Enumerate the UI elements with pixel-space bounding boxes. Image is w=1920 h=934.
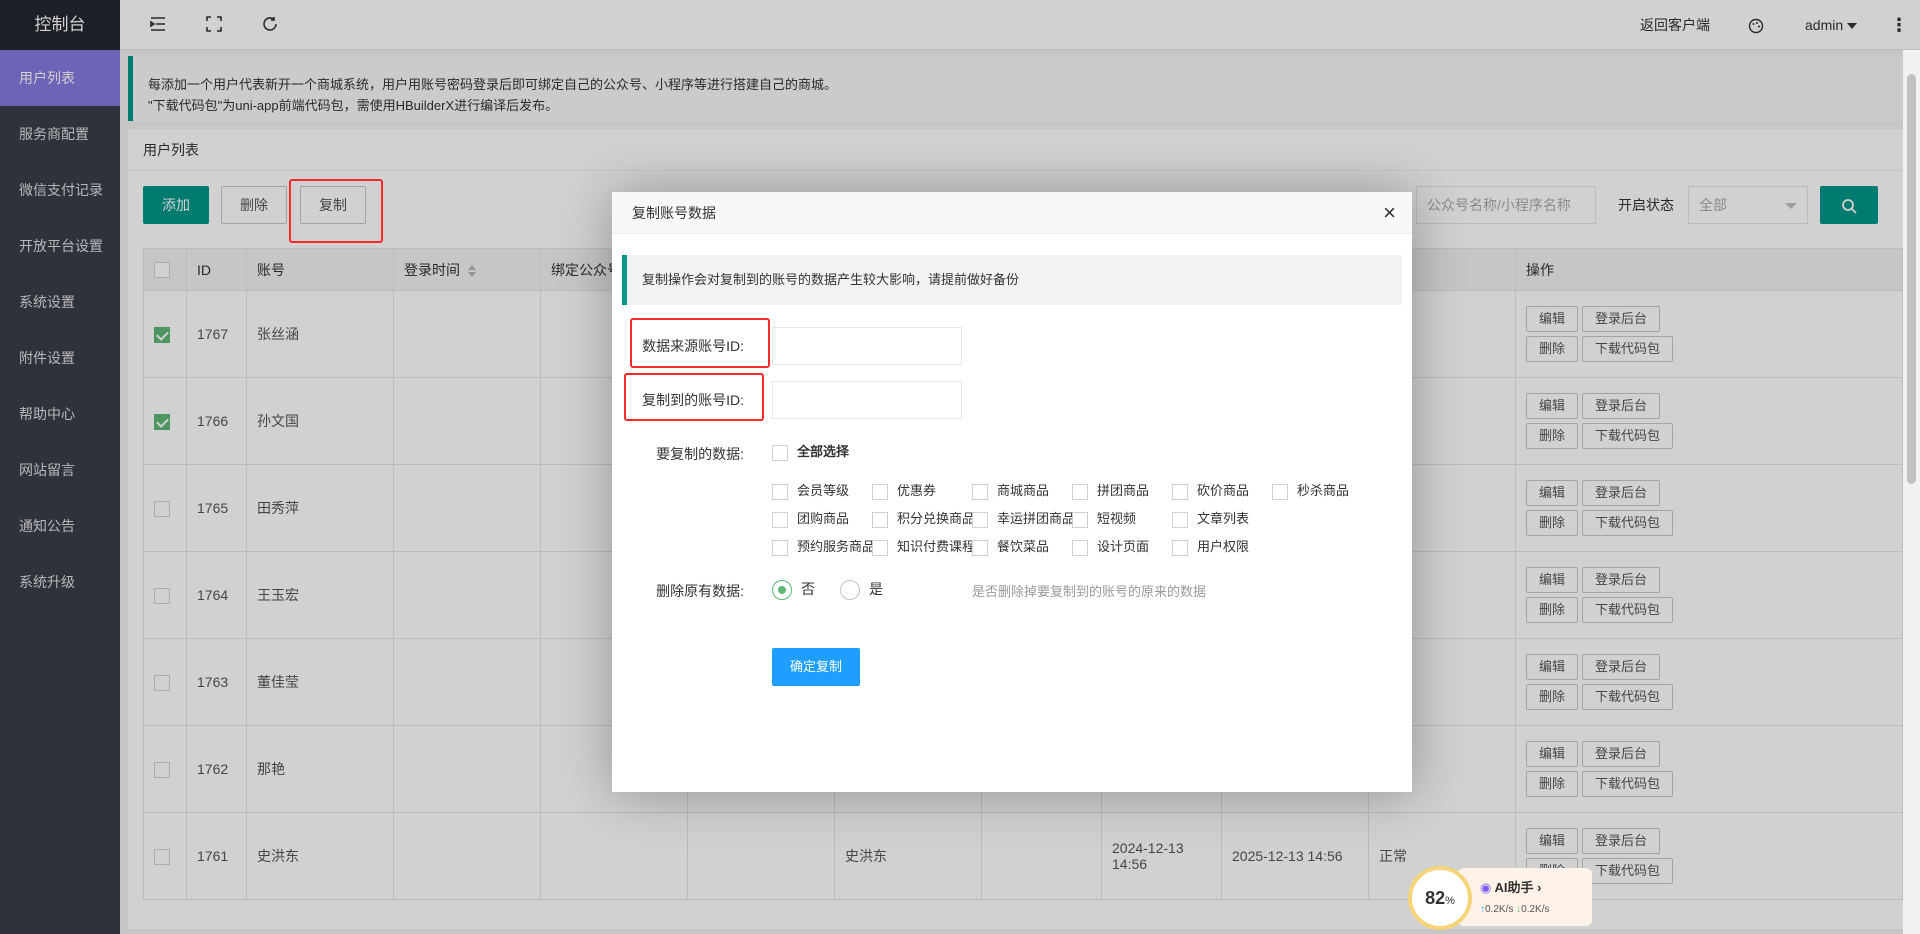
checkbox-icon (972, 539, 988, 556)
checkbox-icon (1172, 483, 1188, 500)
copy-option-checkbox[interactable]: 幸运拼团商品 (972, 510, 1075, 528)
vertical-scrollbar[interactable] (1903, 50, 1920, 934)
upload-speed: 0.2K/s (1485, 904, 1514, 915)
target-id-input[interactable] (772, 381, 962, 419)
checkbox-icon (772, 511, 788, 528)
download-speed: 0.2K/s (1521, 904, 1550, 915)
ai-panel[interactable]: ◉ AI助手 › ↑0.2K/s ↓0.2K/s (1458, 868, 1592, 926)
select-all-option[interactable]: 全部选择 (772, 443, 849, 461)
copy-option-checkbox[interactable]: 砍价商品 (1172, 482, 1249, 500)
copy-option-checkbox[interactable]: 秒杀商品 (1272, 482, 1349, 500)
chevron-right-icon: › (1537, 880, 1542, 895)
copy-option-checkbox[interactable]: 短视频 (1072, 510, 1136, 528)
checkbox-icon (1072, 511, 1088, 528)
checkbox-icon (872, 511, 888, 528)
copy-button-highlight (289, 179, 383, 243)
copy-option-checkbox[interactable]: 用户权限 (1172, 538, 1249, 556)
modal-title: 复制账号数据 (612, 192, 1412, 234)
checkbox-icon (972, 511, 988, 528)
radio-yes[interactable]: 是 (840, 579, 883, 601)
copy-option-checkbox[interactable]: 积分兑换商品 (872, 510, 975, 528)
copy-option-checkbox[interactable]: 文章列表 (1172, 510, 1249, 528)
checkbox-icon (772, 539, 788, 556)
memory-gauge[interactable]: 82% (1408, 866, 1472, 930)
ai-title: AI助手 (1494, 880, 1534, 895)
copy-option-checkbox[interactable]: 团购商品 (772, 510, 849, 528)
delete-hint: 是否删除掉要复制到的账号的原来的数据 (972, 584, 1207, 599)
copy-option-checkbox[interactable]: 商城商品 (972, 482, 1049, 500)
checkbox-icon (1172, 511, 1188, 528)
checkbox-icon (872, 539, 888, 556)
copy-option-checkbox[interactable]: 设计页面 (1072, 538, 1149, 556)
radio-no[interactable]: 否 (772, 579, 815, 601)
modal-warning: 复制操作会对复制到的账号的数据产生较大影响，请提前做好备份 (622, 255, 1402, 305)
checkbox-icon (1172, 539, 1188, 556)
confirm-copy-button[interactable]: 确定复制 (772, 648, 861, 686)
radio-icon (772, 580, 792, 601)
robot-icon: ◉ (1480, 880, 1492, 895)
checkbox-icon (872, 483, 888, 500)
source-id-highlight (630, 318, 770, 368)
copy-option-checkbox[interactable]: 会员等级 (772, 482, 849, 500)
copy-option-checkbox[interactable]: 餐饮菜品 (972, 538, 1049, 556)
memory-percent-unit: % (1445, 895, 1455, 907)
scrollbar-thumb[interactable] (1907, 74, 1916, 484)
radio-icon (840, 580, 860, 601)
checkbox-icon (772, 444, 788, 461)
checkbox-icon (1072, 539, 1088, 556)
ai-assistant-widget[interactable]: ◉ AI助手 › ↑0.2K/s ↓0.2K/s 82% (1408, 866, 1592, 930)
memory-percent: 82 (1425, 888, 1446, 908)
checkbox-icon (1272, 483, 1288, 500)
close-icon[interactable]: × (1383, 202, 1396, 224)
copy-option-checkbox[interactable]: 预约服务商品 (772, 538, 875, 556)
copy-data-label: 要复制的数据: (656, 446, 744, 462)
copy-option-checkbox[interactable]: 拼团商品 (1072, 482, 1149, 500)
copy-option-checkbox[interactable]: 优惠券 (872, 482, 936, 500)
source-id-input[interactable] (772, 327, 962, 365)
checkbox-icon (1072, 483, 1088, 500)
checkbox-icon (972, 483, 988, 500)
target-id-highlight (624, 373, 764, 421)
delete-original-label: 删除原有数据: (656, 583, 744, 599)
copy-option-checkbox[interactable]: 知识付费课程 (872, 538, 975, 556)
copy-data-modal: 复制账号数据 × 复制操作会对复制到的账号的数据产生较大影响，请提前做好备份 数… (612, 192, 1412, 792)
checkbox-icon (772, 483, 788, 500)
